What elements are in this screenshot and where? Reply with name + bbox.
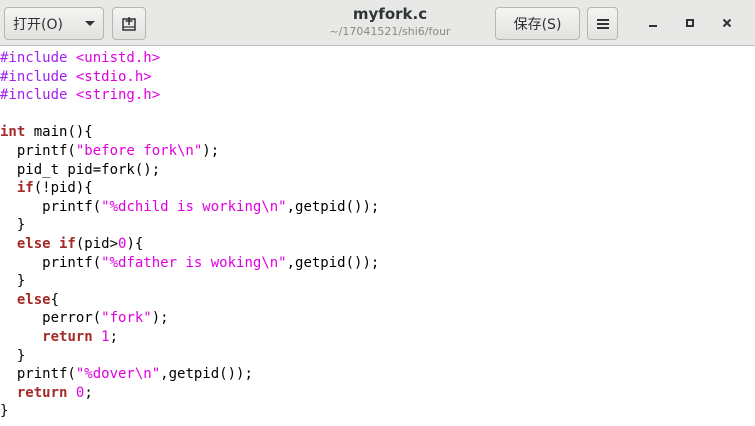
code-line[interactable]: } (0, 272, 755, 291)
code-token: ); (202, 142, 220, 159)
code-token: } (0, 403, 9, 420)
code-token: printf( (0, 366, 76, 383)
code-line[interactable]: printf("%dfather is woking\n",getpid()); (0, 254, 755, 273)
code-token: (!pid){ (33, 180, 93, 197)
open-button-label: 打开(O) (13, 16, 63, 33)
code-token: perror( (0, 310, 102, 327)
code-token: } (0, 217, 26, 234)
code-line[interactable]: } (0, 347, 755, 366)
code-line[interactable]: else{ (0, 291, 755, 310)
code-line[interactable]: } (0, 402, 755, 421)
header-bar: 打开(O) myfork.c ~/17041521/shi6/four 保存(S… (0, 0, 755, 46)
code-token: main(){ (25, 124, 93, 141)
minimize-button[interactable] (642, 12, 664, 34)
hamburger-menu-icon (596, 18, 609, 29)
code-line[interactable]: return 0; (0, 384, 755, 403)
code-token: ){ (126, 235, 144, 252)
code-token: pid_t pid=fork(); (0, 161, 161, 178)
new-document-icon (122, 16, 136, 31)
code-token: "%dchild is working\n" (101, 198, 287, 215)
code-token: else (16, 291, 51, 308)
open-button[interactable]: 打开(O) (4, 7, 104, 40)
code-token: else if (16, 235, 76, 252)
code-token: ,getpid()); (286, 198, 380, 215)
code-line[interactable]: printf("before fork\n"); (0, 142, 755, 161)
code-token: <string.h> (75, 87, 161, 104)
document-path: ~/17041521/shi6/four (329, 25, 451, 38)
code-token: #include (0, 50, 76, 66)
code-token: } (0, 347, 26, 364)
code-token: ); (151, 310, 169, 327)
code-line[interactable]: int main(){ (0, 123, 755, 142)
code-token: "%dfather is woking\n" (101, 254, 287, 271)
minimize-icon (649, 25, 657, 27)
code-token: return (42, 328, 93, 345)
code-token: ,getpid()); (286, 254, 380, 271)
code-line[interactable]: pid_t pid=fork(); (0, 161, 755, 180)
code-token: printf( (0, 254, 102, 271)
code-line[interactable]: } (0, 216, 755, 235)
code-line[interactable]: printf("%dover\n",getpid()); (0, 365, 755, 384)
code-token: if (16, 180, 34, 197)
chevron-down-icon (85, 21, 95, 26)
code-line[interactable]: #include <stdio.h> (0, 68, 755, 87)
code-token: #include (0, 68, 76, 85)
code-token: printf( (0, 142, 76, 159)
code-text[interactable]: #include <unistd.h> #include <stdio.h> #in… (0, 47, 755, 421)
code-token: #include (0, 87, 76, 104)
maximize-button[interactable] (679, 12, 701, 34)
code-token: "%dover\n" (75, 366, 161, 383)
title-area: myfork.c ~/17041521/shi6/four (250, 4, 530, 40)
code-line[interactable] (0, 105, 755, 124)
code-token: "before fork\n" (75, 142, 203, 159)
code-token: printf( (0, 198, 102, 215)
code-token: return (16, 384, 68, 401)
document-title: myfork.c (352, 5, 428, 23)
new-document-button[interactable] (112, 7, 146, 40)
code-line[interactable]: return 1; (0, 328, 755, 347)
code-token: <unistd.h> (75, 50, 161, 66)
code-token: int (0, 124, 26, 141)
code-line[interactable]: #include <unistd.h> (0, 49, 755, 68)
code-editor[interactable]: #include <unistd.h> #include <stdio.h> #in… (0, 47, 755, 426)
code-line[interactable]: #include <string.h> (0, 86, 755, 105)
code-line[interactable]: perror("fork"); (0, 309, 755, 328)
code-token: { (50, 291, 60, 308)
menu-button[interactable] (587, 7, 618, 40)
code-token: ; (84, 384, 93, 401)
code-line[interactable]: else if(pid>0){ (0, 235, 755, 254)
code-token: "fork" (101, 310, 152, 327)
save-button-label: 保存(S) (513, 16, 562, 33)
code-token: <stdio.h> (75, 68, 152, 85)
close-icon (722, 18, 732, 28)
maximize-icon (686, 19, 694, 27)
code-token: 1 (101, 328, 110, 345)
code-line[interactable]: printf("%dchild is working\n",getpid()); (0, 198, 755, 217)
code-token: (pid> (75, 235, 119, 252)
code-token: ; (109, 328, 119, 345)
code-token: ,getpid()); (160, 366, 253, 383)
code-token: } (0, 273, 26, 290)
code-line[interactable]: if(!pid){ (0, 179, 755, 198)
close-button[interactable] (716, 12, 738, 34)
save-button[interactable]: 保存(S) (495, 7, 580, 40)
